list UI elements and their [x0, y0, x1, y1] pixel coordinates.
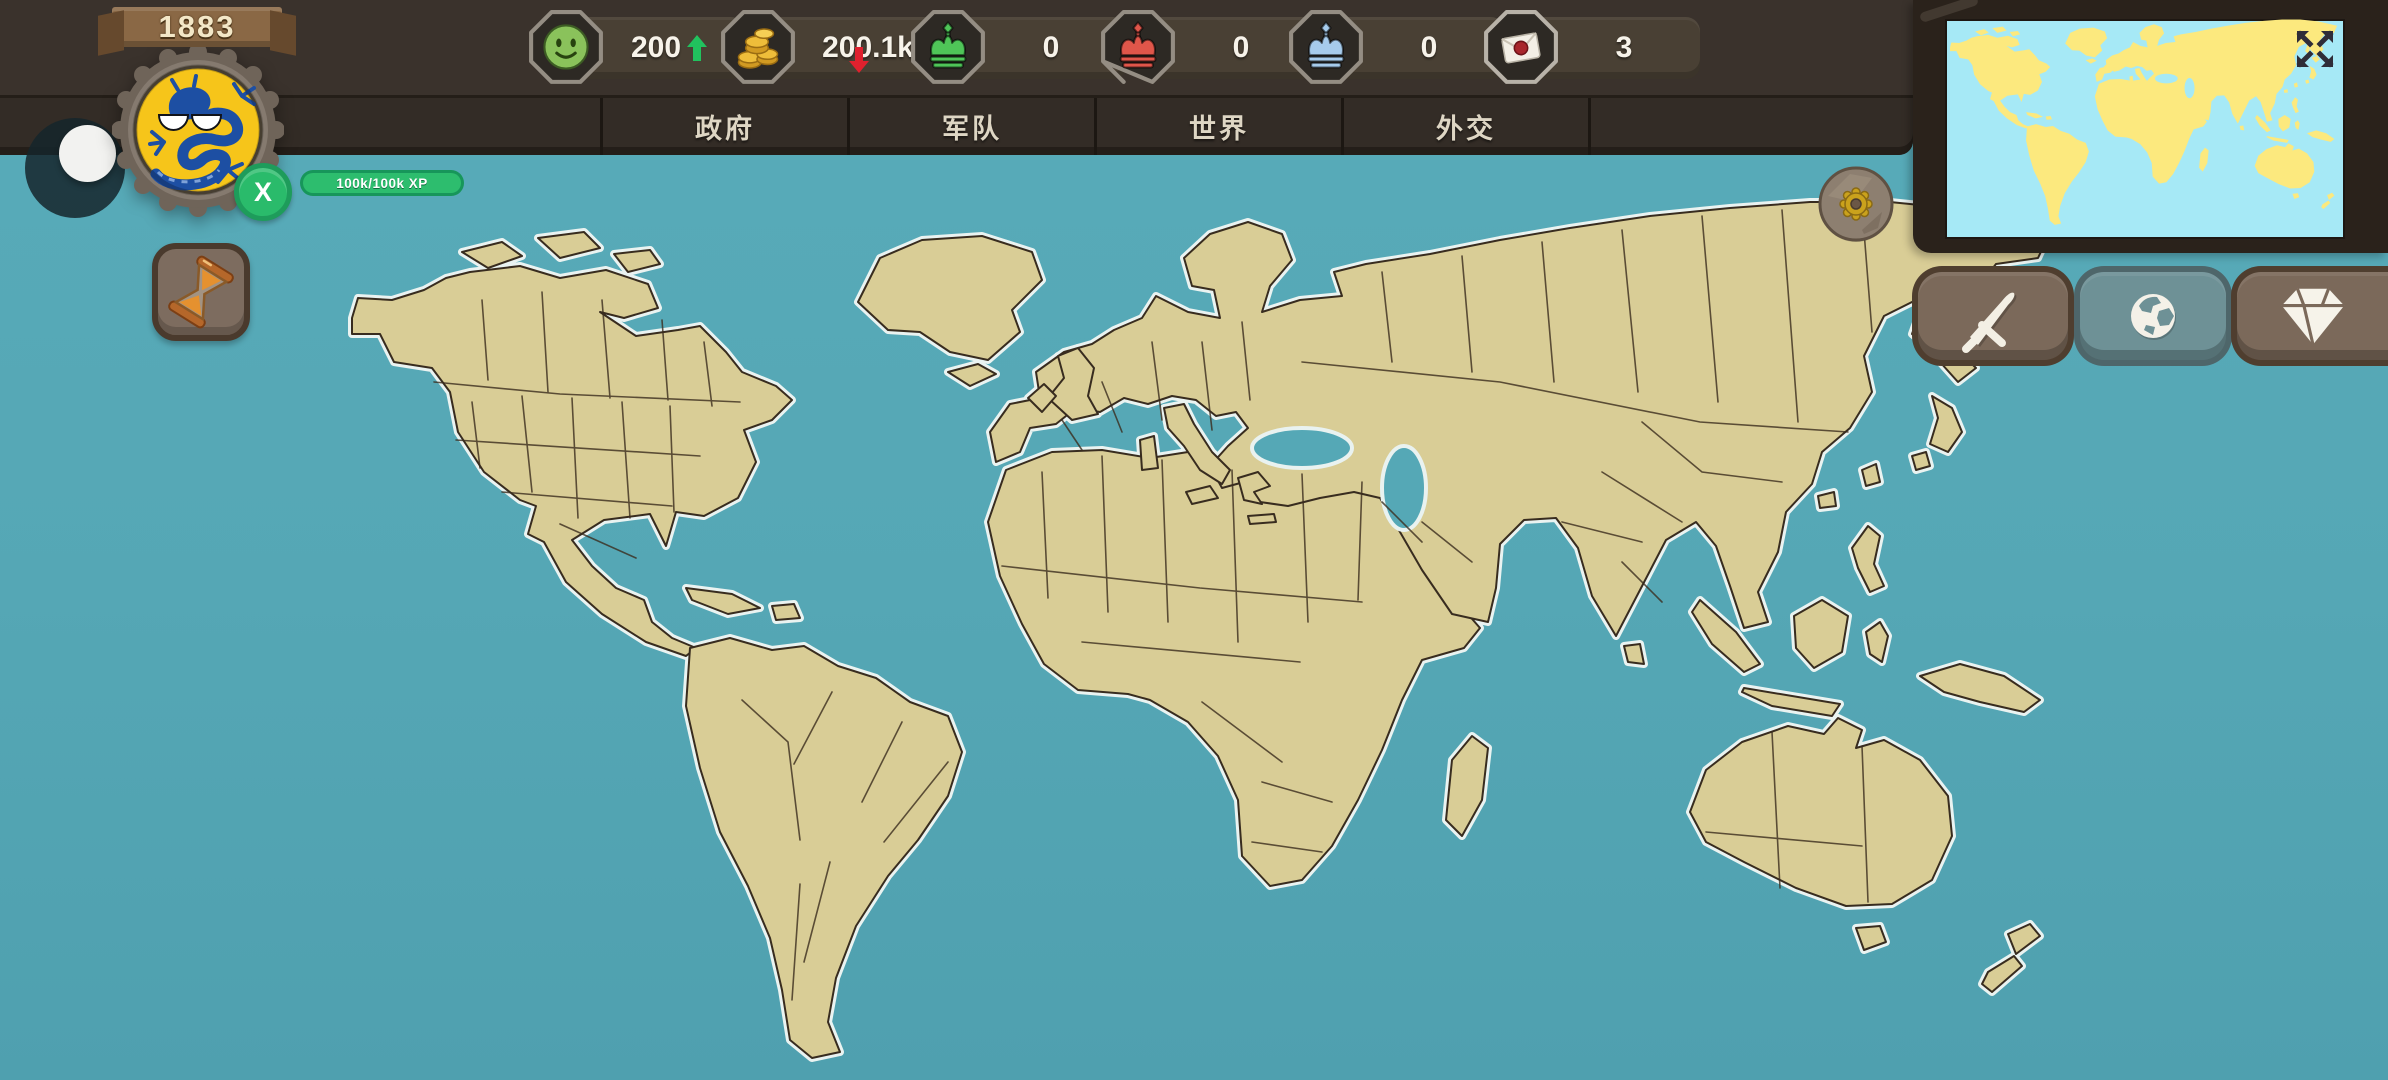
envelope-icon	[1482, 9, 1560, 87]
continents	[352, 202, 2052, 1058]
happiness-value: 200	[631, 31, 681, 65]
crown-blue-value: 0	[1421, 31, 1438, 65]
crown-green-value: 0	[1043, 31, 1060, 65]
hourglass-icon	[158, 249, 244, 335]
crown-red-value: 0	[1233, 31, 1250, 65]
sword-icon	[1956, 279, 2030, 353]
year-banner: 1883	[112, 7, 282, 47]
diamond-icon	[2274, 281, 2352, 351]
trend-up-icon	[687, 35, 707, 61]
premium-button[interactable]	[2237, 272, 2388, 360]
expand-icon[interactable]	[2293, 27, 2337, 71]
year-label: 1883	[159, 9, 236, 45]
tab-label: 外交	[1436, 107, 1496, 146]
tab-separator	[1588, 98, 1591, 155]
time-speed-button[interactable]	[152, 243, 250, 341]
tab-diplomacy[interactable]: 外交	[1344, 98, 1588, 155]
resource-crown-red[interactable]: 0	[1099, 9, 1317, 87]
world-button[interactable]	[2080, 272, 2226, 360]
level-badge-label: X	[254, 177, 272, 208]
game-screen: 政府 军队 世界 外交 200	[0, 0, 2388, 1080]
tab-government[interactable]: 政府	[603, 98, 847, 155]
tab-label: 军队	[942, 107, 1002, 146]
coins-icon	[719, 9, 797, 87]
messages-value: 3	[1616, 31, 1633, 65]
level-badge: X	[234, 163, 292, 221]
smiley-icon	[527, 9, 605, 87]
xp-bar: 100k/100k XP	[300, 170, 464, 196]
gear-icon	[1818, 166, 1894, 242]
nav-tab-bar: 政府 军队 世界 外交	[0, 98, 1913, 155]
xp-bar-fill: 100k/100k XP	[303, 173, 461, 193]
globe-icon	[2115, 278, 2191, 354]
resource-crown-blue[interactable]: 0	[1287, 9, 1505, 87]
minimap-panel	[1913, 0, 2388, 253]
resource-crown-green[interactable]: 0	[909, 9, 1127, 87]
minimap-world	[1945, 19, 2345, 239]
tab-label: 世界	[1189, 107, 1249, 146]
tab-military[interactable]: 军队	[850, 98, 1094, 155]
resource-messages[interactable]: 3	[1482, 9, 1700, 87]
tab-world[interactable]: 世界	[1097, 98, 1341, 155]
minimap[interactable]	[1945, 19, 2345, 239]
resource-happiness[interactable]: 200	[527, 9, 745, 87]
military-button[interactable]	[1918, 272, 2068, 360]
player-avatar-button[interactable]	[59, 125, 116, 182]
settings-button[interactable]	[1818, 166, 1894, 242]
tab-label: 政府	[695, 107, 755, 146]
blue-crown-icon	[1287, 9, 1365, 87]
trend-down-icon	[849, 47, 869, 73]
green-crown-icon	[909, 9, 987, 87]
red-crown-icon	[1099, 9, 1177, 87]
xp-label: 100k/100k XP	[336, 176, 428, 191]
